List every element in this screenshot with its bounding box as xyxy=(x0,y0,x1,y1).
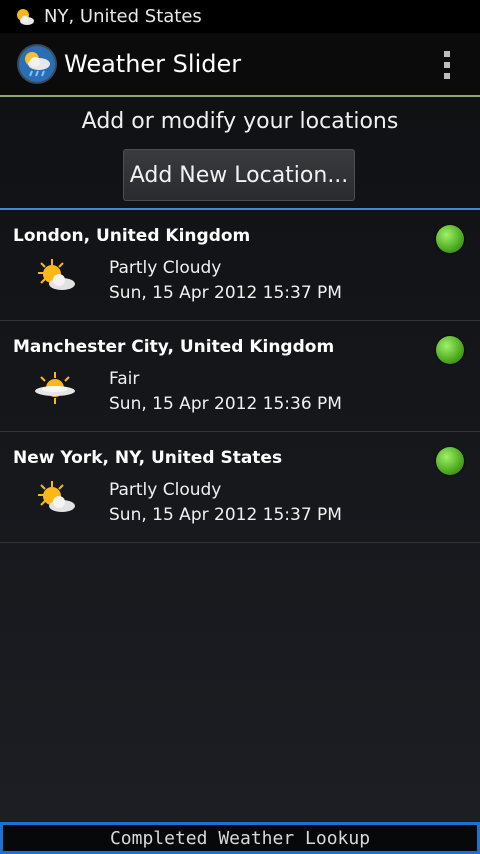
location-name: New York, NY, United States xyxy=(13,448,283,468)
partly-cloudy-icon xyxy=(17,8,34,25)
weather-datetime: Sun, 15 Apr 2012 15:36 PM xyxy=(109,394,342,414)
location-item[interactable]: New York, NY, United States Partly Cloud… xyxy=(0,432,480,543)
location-item[interactable]: London, United Kingdom Partly Cloudy Sun… xyxy=(0,210,480,321)
location-name: Manchester City, United Kingdom xyxy=(13,337,335,357)
status-indicator-icon xyxy=(436,225,464,253)
status-bar: NY, United States xyxy=(0,0,480,33)
status-location-text: NY, United States xyxy=(44,6,202,27)
location-item[interactable]: Manchester City, United Kingdom Fair Sun… xyxy=(0,321,480,432)
add-new-location-button[interactable]: Add New Location... xyxy=(123,149,355,201)
bottom-status-text: Completed Weather Lookup xyxy=(109,827,371,849)
weather-condition: Partly Cloudy xyxy=(109,258,222,278)
weather-datetime: Sun, 15 Apr 2012 15:37 PM xyxy=(109,505,342,525)
app-title: Weather Slider xyxy=(64,50,242,78)
location-list: London, United Kingdom Partly Cloudy Sun… xyxy=(0,210,480,543)
menu-dot xyxy=(444,51,450,57)
menu-dot xyxy=(444,73,450,79)
weather-slider-app-icon xyxy=(17,44,57,84)
overflow-menu-icon[interactable] xyxy=(442,51,452,79)
main-content: Add or modify your locations Add New Loc… xyxy=(0,97,480,822)
location-name: London, United Kingdom xyxy=(13,226,251,246)
partly-cloudy-icon xyxy=(38,481,75,512)
status-indicator-icon xyxy=(436,447,464,475)
bottom-status-bar: Completed Weather Lookup xyxy=(0,822,480,854)
partly-cloudy-icon xyxy=(38,259,75,290)
page-header: Add or modify your locations xyxy=(81,109,399,134)
weather-datetime: Sun, 15 Apr 2012 15:37 PM xyxy=(109,283,342,303)
weather-condition: Fair xyxy=(109,369,140,389)
weather-condition: Partly Cloudy xyxy=(109,480,222,500)
fair-icon xyxy=(35,372,75,404)
menu-dot xyxy=(444,62,450,68)
action-bar: Weather Slider xyxy=(0,33,480,95)
status-indicator-icon xyxy=(436,336,464,364)
